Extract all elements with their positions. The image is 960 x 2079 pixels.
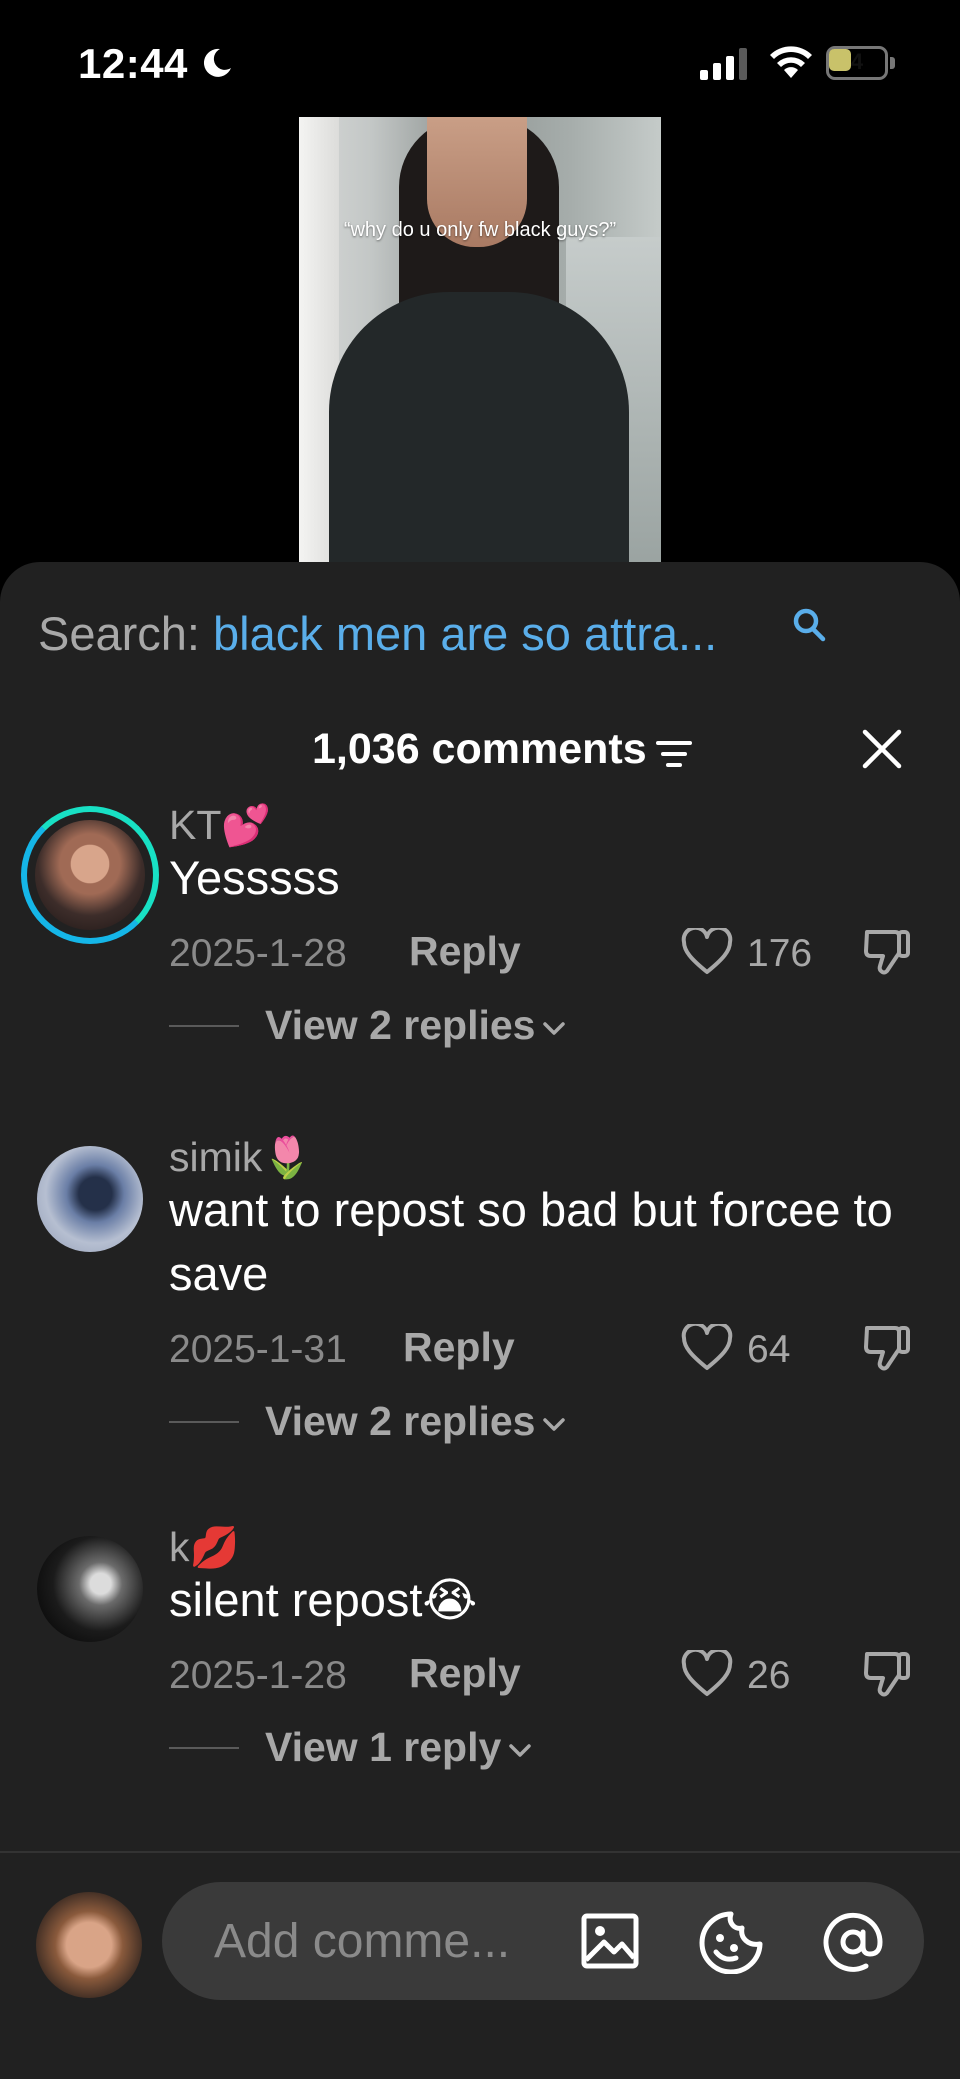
comment-meta: 2025-1-28 Reply 176	[169, 924, 929, 980]
search-prefix: Search:	[38, 607, 214, 660]
like-count: 176	[747, 932, 813, 975]
comment-text: Yesssss	[169, 851, 340, 904]
avatar[interactable]	[37, 1536, 143, 1642]
video-caption: “why do u only fw black guys?”	[343, 219, 617, 241]
comment-date: 2025-1-31	[169, 1328, 347, 1371]
comment-username[interactable]: simik🌷	[169, 1134, 312, 1181]
heart-icon[interactable]	[681, 1650, 733, 1698]
search-term[interactable]: black men are so attra...	[213, 607, 717, 660]
comment-input[interactable]: Add comme...	[162, 1882, 924, 2000]
close-icon[interactable]	[860, 727, 904, 771]
chevron-down-icon	[509, 1744, 532, 1757]
heart-icon[interactable]	[681, 928, 733, 976]
emoji-icon[interactable]	[698, 1910, 764, 1974]
comments-sheet: Search: black men are so attra... 1,036 …	[0, 562, 960, 2079]
comments-count: 1,036 comments	[312, 725, 647, 773]
video-preview[interactable]: “why do u only fw black guys?”	[299, 117, 661, 562]
mention-icon[interactable]	[820, 1910, 886, 1974]
wifi-icon	[770, 46, 812, 78]
comment-username[interactable]: KT💕	[169, 802, 271, 849]
sort-icon[interactable]	[656, 739, 692, 769]
chevron-down-icon	[543, 1022, 566, 1035]
comment-username[interactable]: k💋	[169, 1524, 239, 1571]
chevron-down-icon	[543, 1418, 566, 1431]
comment-meta: 2025-1-31 Reply 64	[169, 1320, 929, 1376]
reply-button[interactable]: Reply	[409, 928, 521, 975]
reply-button[interactable]: Reply	[403, 1324, 515, 1371]
divider	[0, 1851, 960, 1853]
comment-composer: Add comme...	[0, 1868, 960, 2028]
view-replies-button[interactable]: View 2 replies	[169, 1394, 669, 1450]
avatar[interactable]	[21, 806, 159, 944]
search-icon[interactable]	[790, 606, 830, 646]
view-replies-button[interactable]: View 1 reply	[169, 1720, 669, 1776]
view-replies-button[interactable]: View 2 replies	[169, 998, 669, 1054]
battery-level: 4	[850, 49, 864, 74]
like-count: 64	[747, 1328, 791, 1371]
image-icon[interactable]	[580, 1912, 640, 1970]
avatar[interactable]	[37, 1146, 143, 1252]
user-avatar	[36, 1892, 142, 1998]
comment-text: want to repost so bad but forcee to save	[169, 1183, 893, 1300]
comment-date: 2025-1-28	[169, 1654, 347, 1697]
dislike-icon[interactable]	[861, 1648, 913, 1700]
battery-icon: 4	[826, 46, 896, 80]
search-suggestion[interactable]: Search: black men are so attra...	[38, 606, 717, 661]
comment-text: silent repost😭	[169, 1573, 478, 1626]
comment-date: 2025-1-28	[169, 932, 347, 975]
reply-button[interactable]: Reply	[409, 1650, 521, 1697]
comment-meta: 2025-1-28 Reply 26	[169, 1646, 929, 1702]
status-bar: 12:44 4	[0, 0, 960, 120]
dislike-icon[interactable]	[861, 926, 913, 978]
dislike-icon[interactable]	[861, 1322, 913, 1374]
like-count: 26	[747, 1654, 791, 1697]
comment-input-placeholder: Add comme...	[214, 1915, 511, 1968]
cellular-signal-icon	[700, 48, 747, 80]
status-time: 12:44	[78, 40, 188, 87]
heart-icon[interactable]	[681, 1324, 733, 1372]
comments-header: 1,036 comments	[0, 717, 960, 777]
moon-icon	[203, 48, 231, 77]
